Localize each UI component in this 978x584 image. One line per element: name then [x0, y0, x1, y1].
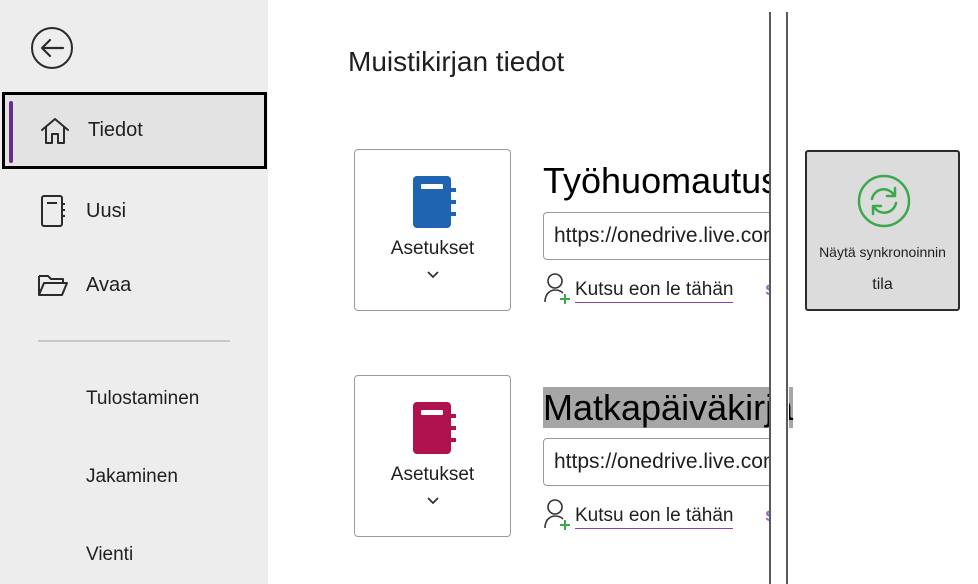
add-person-icon	[544, 273, 570, 304]
notebook-name: Työhuomautus	[543, 160, 780, 201]
sync-label-line1: Näytä synkronoinnin	[819, 244, 946, 260]
notebook-name: Matkapäiväkirja	[543, 387, 794, 429]
notebook-icon	[413, 402, 457, 459]
back-arrow-icon[interactable]	[31, 27, 73, 69]
divider-line	[786, 12, 788, 584]
notebook-url: https://onedrive.live.com	[554, 224, 781, 247]
sync-status-button[interactable]: Näytä synkronoinnin tila	[805, 150, 960, 311]
notebook-options-button[interactable]: Asetukset	[354, 149, 511, 311]
sidebar-item-label: Tiedot	[88, 119, 143, 141]
divider-line	[769, 12, 771, 584]
sidebar: Tiedot Uusi Avaa Tulostaminen Jakaminen …	[0, 0, 268, 584]
chevron-down-icon	[355, 266, 510, 284]
notebook-name-text: Matkapäiväkirja	[543, 387, 794, 428]
sidebar-item-label: Uusi	[86, 199, 127, 222]
options-label: Asetukset	[390, 464, 475, 485]
invite-label: Kutsu eon le tähän	[575, 279, 734, 303]
sync-label-line2: tila	[872, 276, 893, 293]
sidebar-item-avaa[interactable]: Avaa	[0, 246, 268, 324]
home-icon	[38, 114, 72, 148]
notebook-url: https://onedrive.live.com	[554, 450, 781, 473]
sync-icon	[857, 174, 911, 233]
invite-label: Kutsu eon le tähän	[575, 505, 734, 529]
new-notebook-icon	[36, 194, 70, 228]
selection-accent	[9, 101, 13, 163]
sidebar-item-tulostaminen[interactable]: Tulostaminen	[86, 388, 199, 410]
sidebar-item-jakaminen[interactable]: Jakaminen	[86, 466, 178, 488]
sidebar-item-tiedot[interactable]: Tiedot	[2, 92, 267, 169]
notebook-icon	[413, 176, 457, 233]
sidebar-item-vienti[interactable]: Vienti	[86, 544, 133, 566]
notebook-url-field[interactable]: https://onedrive.live.com	[543, 438, 783, 486]
chevron-down-icon	[355, 492, 510, 510]
notebook-url-field[interactable]: https://onedrive.live.com	[543, 212, 783, 260]
options-label: Asetukset	[390, 238, 475, 259]
add-person-icon	[544, 499, 570, 530]
notebook-options-button[interactable]: Asetukset	[354, 375, 511, 537]
open-folder-icon	[36, 268, 70, 302]
page-title: Muistikirjan tiedot	[348, 46, 565, 77]
sidebar-item-uusi[interactable]: Uusi	[0, 172, 268, 250]
sidebar-item-label: Avaa	[86, 273, 132, 296]
sidebar-divider	[38, 340, 230, 342]
